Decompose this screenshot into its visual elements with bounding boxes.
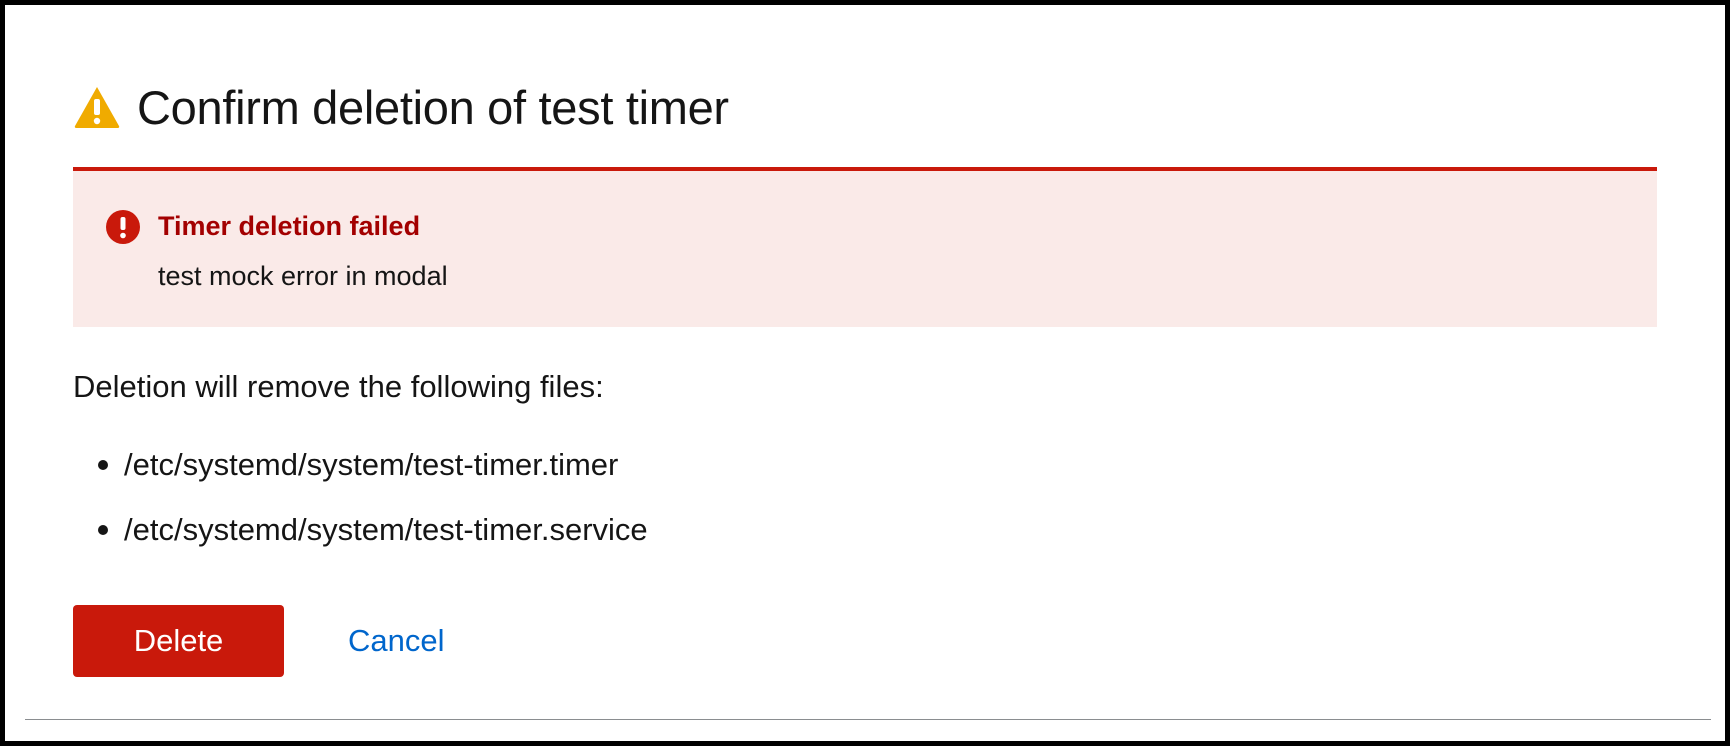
- error-alert: Timer deletion failed test mock error in…: [73, 167, 1657, 327]
- modal-header: Confirm deletion of test timer: [73, 77, 729, 137]
- modal-title: Confirm deletion of test timer: [137, 80, 729, 134]
- delete-timer-modal: Confirm deletion of test timer Timer del…: [5, 5, 1725, 741]
- file-list: /etc/systemd/system/test-timer.timer /et…: [73, 445, 648, 575]
- bullet-icon: [98, 460, 108, 470]
- bullet-icon: [98, 525, 108, 535]
- footer-divider: [25, 719, 1711, 720]
- alert-title: Timer deletion failed: [158, 211, 421, 241]
- file-path: /etc/systemd/system/test-timer.timer: [124, 447, 619, 482]
- alert-message: test mock error in modal: [158, 261, 448, 291]
- warning-triangle-icon: [73, 85, 121, 129]
- error-circle-icon: [105, 209, 141, 245]
- cancel-button[interactable]: Cancel: [336, 605, 457, 677]
- modal-actions: Delete Cancel: [73, 605, 457, 677]
- list-item: /etc/systemd/system/test-timer.timer: [73, 445, 648, 510]
- deletion-intro-text: Deletion will remove the following files…: [73, 369, 604, 404]
- file-path: /etc/systemd/system/test-timer.service: [124, 512, 648, 547]
- list-item: /etc/systemd/system/test-timer.service: [73, 510, 648, 575]
- delete-button[interactable]: Delete: [73, 605, 284, 677]
